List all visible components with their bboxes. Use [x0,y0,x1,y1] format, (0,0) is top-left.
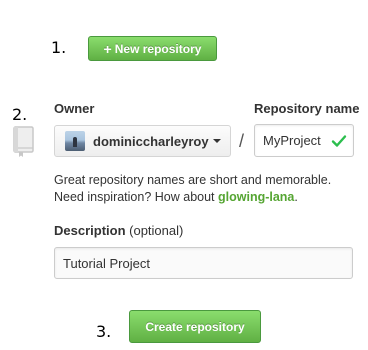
repository-name-value: MyProject [263,133,321,148]
new-repository-tutorial: 1. + New repository 2. Owner Repository … [0,0,368,350]
repository-name-label: Repository name [254,101,360,116]
create-repository-button[interactable]: Create repository [129,310,261,343]
owner-repo-separator: / [239,131,245,151]
plus-icon: + [103,40,112,57]
owner-select[interactable]: dominiccharleyroy [54,125,231,157]
owner-name: dominiccharleyroy [93,133,209,149]
description-optional: (optional) [129,223,184,238]
description-label: Description (optional) [54,223,183,238]
description-label-text: Description [54,223,126,238]
help-period: . [294,190,298,204]
new-repository-button[interactable]: + New repository [88,36,217,61]
check-icon [331,135,347,147]
user-avatar [65,131,85,151]
description-value: Tutorial Project [63,255,150,271]
chevron-down-icon [212,139,221,143]
step-number-3: 3. [96,322,112,341]
step-number-1: 1. [51,38,67,57]
repository-name-input[interactable]: MyProject [254,124,354,157]
description-input[interactable]: Tutorial Project [54,247,353,279]
owner-label: Owner [54,101,95,116]
repository-name-help: Great repository names are short and mem… [54,172,364,206]
create-repository-label: Create repository [145,319,245,334]
step-number-2: 2. [12,105,28,124]
repo-book-icon [13,126,34,157]
help-inspiration-text: Need inspiration? How about [54,190,218,204]
name-suggestion-link[interactable]: glowing-lana [218,190,294,204]
help-line-2: Need inspiration? How about glowing-lana… [54,189,364,206]
new-repository-label: New repository [114,41,202,56]
help-line-1: Great repository names are short and mem… [54,173,332,187]
